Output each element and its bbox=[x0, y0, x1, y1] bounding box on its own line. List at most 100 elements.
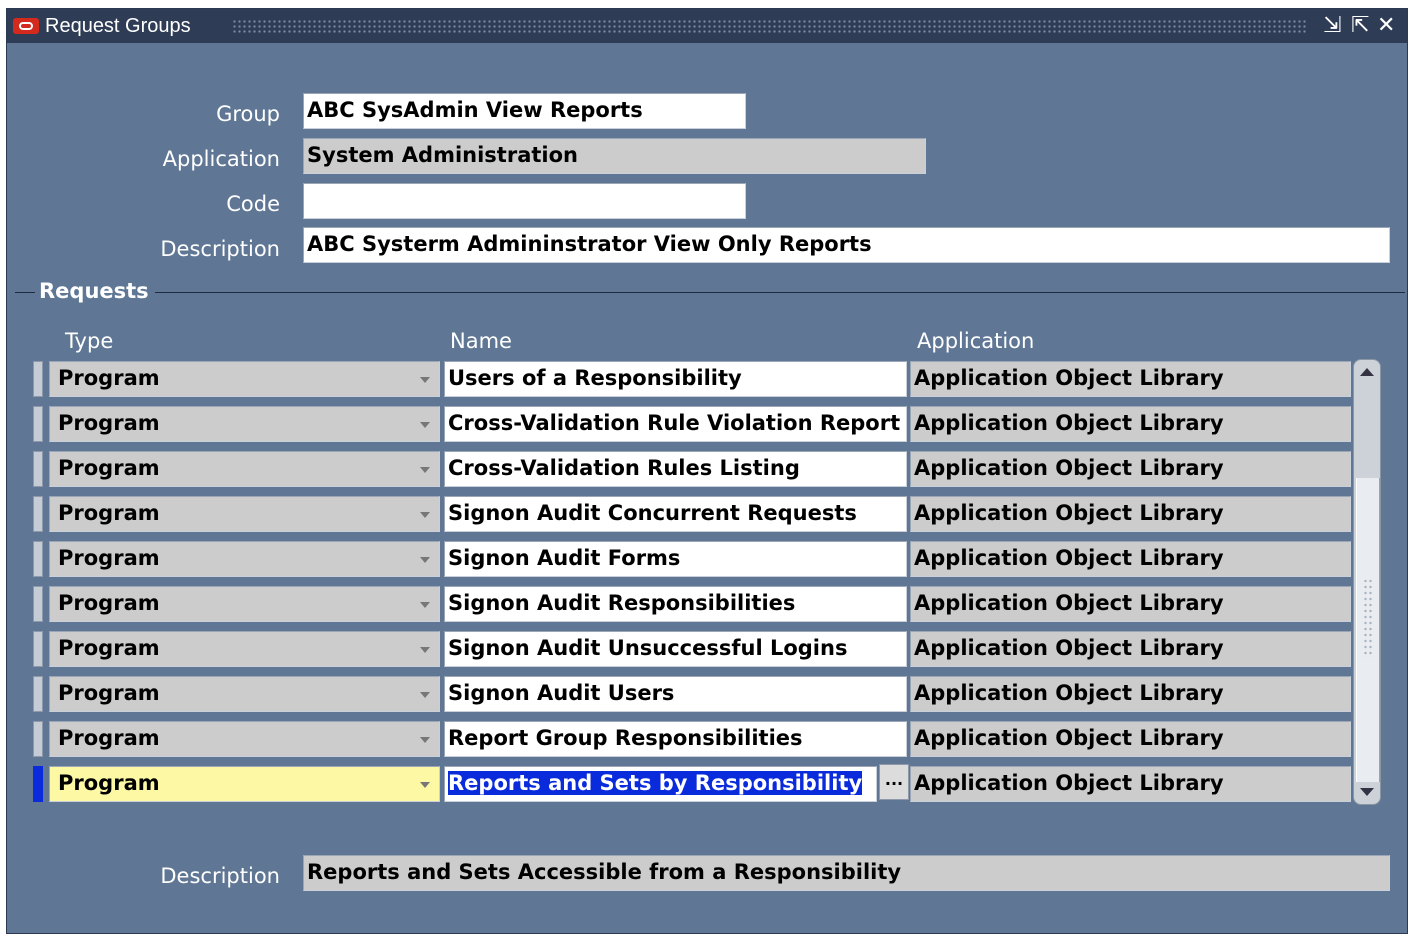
type-select[interactable]: Program bbox=[49, 361, 440, 397]
description-field[interactable]: ABC Systerm Admininstrator View Only Rep… bbox=[303, 227, 1390, 263]
minimize-icon[interactable]: ⇲ bbox=[1323, 13, 1341, 38]
name-field[interactable]: Signon Audit Unsuccessful Logins bbox=[444, 631, 907, 667]
type-value: Program bbox=[58, 546, 160, 570]
window-title: Request Groups bbox=[45, 15, 191, 37]
name-value: Cross-Validation Rule Violation Report bbox=[448, 411, 901, 435]
name-field[interactable]: Signon Audit Users bbox=[444, 676, 907, 712]
row-selector[interactable] bbox=[33, 451, 43, 487]
application-label: Application bbox=[162, 147, 280, 171]
row-selector[interactable] bbox=[33, 496, 43, 532]
type-value: Program bbox=[58, 681, 160, 705]
name-field[interactable]: Users of a Responsibility bbox=[444, 361, 907, 397]
type-select[interactable]: Program bbox=[49, 766, 440, 802]
code-field[interactable] bbox=[303, 183, 746, 219]
application-cell[interactable]: Application Object Library bbox=[910, 676, 1351, 712]
code-label: Code bbox=[226, 192, 280, 216]
scrollbar-grip bbox=[1363, 578, 1373, 658]
name-value: Signon Audit Users bbox=[448, 681, 675, 705]
row-selector[interactable] bbox=[33, 766, 43, 802]
type-select[interactable]: Program bbox=[49, 631, 440, 667]
chevron-down-icon[interactable] bbox=[411, 767, 439, 801]
section-rule-right bbox=[155, 292, 1405, 293]
maximize-icon[interactable]: ⇱ bbox=[1351, 13, 1369, 38]
type-value: Program bbox=[58, 771, 160, 795]
column-header-name: Name bbox=[450, 329, 512, 353]
application-cell[interactable]: Application Object Library bbox=[910, 721, 1351, 757]
list-of-values-button[interactable]: ... bbox=[879, 764, 909, 800]
type-select[interactable]: Program bbox=[49, 721, 440, 757]
type-value: Program bbox=[58, 411, 160, 435]
request-description-label: Description bbox=[160, 864, 280, 888]
row-selector[interactable] bbox=[33, 406, 43, 442]
name-value: Signon Audit Concurrent Requests bbox=[448, 501, 857, 525]
row-selector[interactable] bbox=[33, 631, 43, 667]
application-cell[interactable]: Application Object Library bbox=[910, 451, 1351, 487]
name-field[interactable]: Signon Audit Concurrent Requests bbox=[444, 496, 907, 532]
chevron-down-icon[interactable] bbox=[411, 497, 439, 531]
name-value: Cross-Validation Rules Listing bbox=[448, 456, 800, 480]
chevron-down-icon[interactable] bbox=[411, 722, 439, 756]
name-value: Users of a Responsibility bbox=[448, 366, 742, 390]
oracle-logo-icon bbox=[13, 18, 39, 34]
application-cell[interactable]: Application Object Library bbox=[910, 406, 1351, 442]
chevron-down-icon[interactable] bbox=[411, 632, 439, 666]
chevron-down-icon[interactable] bbox=[411, 362, 439, 396]
group-label: Group bbox=[216, 102, 280, 126]
application-cell[interactable]: Application Object Library bbox=[910, 586, 1351, 622]
column-header-application: Application bbox=[917, 329, 1035, 353]
name-field[interactable]: Report Group Responsibilities bbox=[444, 721, 907, 757]
request-groups-window: Request Groups ⇲ ⇱ ✕ Group ABC SysAdmin … bbox=[6, 8, 1408, 934]
type-value: Program bbox=[58, 636, 160, 660]
name-field[interactable]: Signon Audit Forms bbox=[444, 541, 907, 577]
type-value: Program bbox=[58, 726, 160, 750]
type-value: Program bbox=[58, 501, 160, 525]
type-select[interactable]: Program bbox=[49, 676, 440, 712]
scroll-up-icon[interactable] bbox=[1360, 368, 1374, 376]
name-field[interactable]: Cross-Validation Rule Violation Report bbox=[444, 406, 907, 442]
application-cell[interactable]: Application Object Library bbox=[910, 541, 1351, 577]
name-value: Signon Audit Responsibilities bbox=[448, 591, 796, 615]
name-field[interactable]: Reports and Sets by Responsibility bbox=[444, 766, 877, 802]
column-header-type: Type bbox=[65, 329, 114, 353]
application-cell[interactable]: Application Object Library bbox=[910, 766, 1351, 802]
application-field[interactable]: System Administration bbox=[303, 138, 926, 174]
name-value: Signon Audit Unsuccessful Logins bbox=[448, 636, 848, 660]
vertical-scrollbar[interactable] bbox=[1353, 359, 1381, 805]
row-selector[interactable] bbox=[33, 721, 43, 757]
title-bar-grip bbox=[232, 19, 1307, 33]
type-value: Program bbox=[58, 366, 160, 390]
name-value: Signon Audit Forms bbox=[448, 546, 681, 570]
row-selector[interactable] bbox=[33, 361, 43, 397]
row-selector[interactable] bbox=[33, 676, 43, 712]
chevron-down-icon[interactable] bbox=[411, 407, 439, 441]
name-field[interactable]: Signon Audit Responsibilities bbox=[444, 586, 907, 622]
type-select[interactable]: Program bbox=[49, 406, 440, 442]
group-field[interactable]: ABC SysAdmin View Reports bbox=[303, 93, 746, 129]
chevron-down-icon[interactable] bbox=[411, 542, 439, 576]
scrollbar-thumb[interactable] bbox=[1356, 478, 1380, 782]
name-field[interactable]: Cross-Validation Rules Listing bbox=[444, 451, 907, 487]
type-select[interactable]: Program bbox=[49, 451, 440, 487]
chevron-down-icon[interactable] bbox=[411, 452, 439, 486]
type-value: Program bbox=[58, 456, 160, 480]
type-select[interactable]: Program bbox=[49, 541, 440, 577]
scroll-down-icon[interactable] bbox=[1360, 788, 1374, 796]
application-cell[interactable]: Application Object Library bbox=[910, 496, 1351, 532]
requests-section-title: Requests bbox=[39, 279, 149, 303]
type-select[interactable]: Program bbox=[49, 496, 440, 532]
row-selector[interactable] bbox=[33, 541, 43, 577]
close-icon[interactable]: ✕ bbox=[1377, 13, 1395, 38]
name-value: Reports and Sets by Responsibility bbox=[448, 771, 863, 795]
row-selector[interactable] bbox=[33, 586, 43, 622]
application-cell[interactable]: Application Object Library bbox=[910, 631, 1351, 667]
type-select[interactable]: Program bbox=[49, 586, 440, 622]
title-bar[interactable]: Request Groups ⇲ ⇱ ✕ bbox=[7, 9, 1407, 43]
chevron-down-icon[interactable] bbox=[411, 587, 439, 621]
application-cell[interactable]: Application Object Library bbox=[910, 361, 1351, 397]
name-value: Report Group Responsibilities bbox=[448, 726, 803, 750]
request-description-field[interactable]: Reports and Sets Accessible from a Respo… bbox=[303, 855, 1390, 891]
chevron-down-icon[interactable] bbox=[411, 677, 439, 711]
section-rule-left bbox=[15, 292, 35, 293]
type-value: Program bbox=[58, 591, 160, 615]
description-label: Description bbox=[160, 237, 280, 261]
